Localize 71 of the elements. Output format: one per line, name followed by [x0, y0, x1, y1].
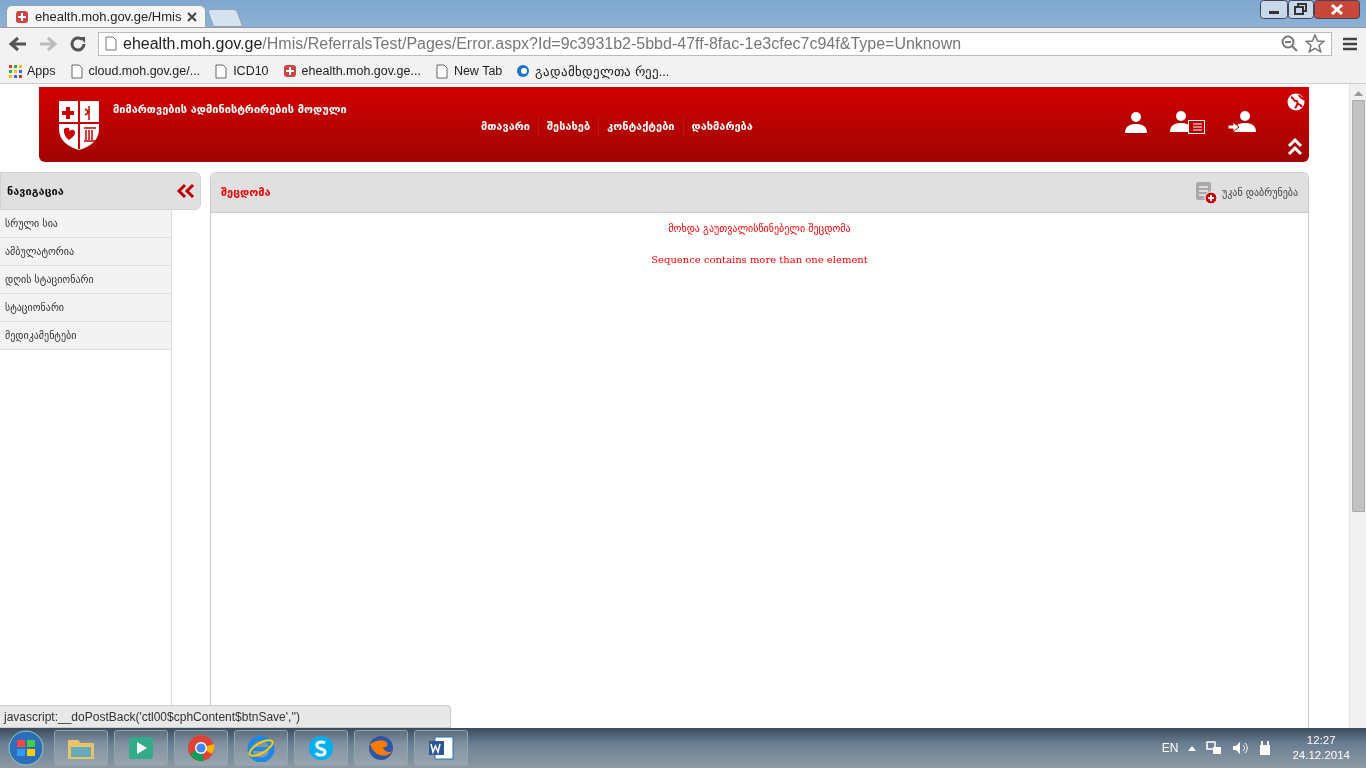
close-tab-icon[interactable]	[187, 11, 198, 22]
address-bar[interactable]: ehealth.moh.gov.ge/Hmis/ReferralsTest/Pages/Error.aspx?Id=9c3931b2-5bbd-47ff-8fac-1e3cfec7c94f&Type=Unknown	[98, 31, 1332, 56]
user-login-icon[interactable]	[1228, 109, 1256, 134]
nav-item[interactable]: ამბულატორია	[0, 238, 171, 266]
bookmark[interactable]: ICD10	[214, 63, 269, 79]
minimize-button[interactable]	[1260, 0, 1288, 19]
close-button[interactable]	[1314, 0, 1360, 19]
browser-circle-icon	[187, 734, 215, 762]
user-icon[interactable]	[1124, 110, 1148, 133]
collapse-up-icon[interactable]	[1287, 136, 1303, 157]
letter-e-icon	[247, 734, 275, 762]
zoom-icon[interactable]	[1281, 34, 1299, 53]
back-icon[interactable]	[8, 34, 28, 53]
error-message: Sequence contains more than one element	[650, 254, 869, 265]
menu-link[interactable]: კონტაქტები	[599, 116, 684, 137]
nav-item[interactable]: მედიკამენტები	[0, 322, 171, 350]
power-plug-icon[interactable]	[1258, 740, 1273, 756]
reload-icon[interactable]	[68, 33, 88, 54]
taskbar-app[interactable]	[234, 730, 288, 766]
chat-bubble-icon	[307, 734, 335, 762]
scrollbar[interactable]	[1349, 84, 1366, 728]
document-w-icon	[427, 734, 455, 762]
document-remove-icon	[1194, 180, 1218, 205]
star-icon[interactable]	[1305, 34, 1325, 53]
nav-item[interactable]: დღის სტაციონარი	[0, 266, 171, 294]
speaker-icon[interactable]	[1232, 741, 1249, 755]
back-button[interactable]: უკან დაბრუნება	[1194, 180, 1298, 205]
nav-item[interactable]: სრული სია	[0, 210, 171, 238]
page-icon	[434, 63, 449, 79]
menu-link[interactable]: მთავარი	[473, 116, 539, 137]
network-icon[interactable]	[1206, 741, 1223, 755]
site-title: მიმართვების ადმინისტრირების მოდული	[113, 103, 348, 117]
taskbar-app[interactable]	[174, 730, 228, 766]
error-message: მოხდა გაუთვალისწინებელი შეცდომა	[667, 223, 852, 234]
apps-icon	[8, 63, 22, 79]
scrollbar-thumb[interactable]	[1351, 100, 1365, 512]
bookmark[interactable]: cloud.moh.gov.ge/...	[69, 63, 201, 79]
bookmark[interactable]: ehealth.moh.gov.ge...	[282, 63, 421, 79]
page-icon	[105, 36, 117, 51]
user-card-icon[interactable]	[1170, 109, 1206, 134]
collapse-left-icon[interactable]	[176, 183, 196, 199]
menu-link[interactable]: დახმარება	[683, 116, 761, 137]
clock-date: 24.12.2014	[1292, 748, 1350, 763]
globe-icon[interactable]	[1287, 92, 1305, 111]
nav-item[interactable]: სტაციონარი	[0, 294, 171, 322]
menu-icon[interactable]	[1342, 36, 1358, 51]
page-icon	[69, 63, 84, 79]
taskbar-app[interactable]	[114, 730, 168, 766]
fox-globe-icon	[367, 734, 395, 762]
menu-link[interactable]: შესახებ	[539, 116, 600, 137]
page-icon	[214, 63, 229, 79]
crest-icon	[15, 9, 29, 24]
clock[interactable]: 12:27 24.12.2014	[1292, 733, 1350, 763]
bookmark[interactable]: გადამხდელთა რეე...	[516, 63, 670, 79]
shield-logo-icon	[57, 98, 101, 151]
clock-time: 12:27	[1306, 733, 1336, 748]
restore-button[interactable]	[1288, 0, 1314, 19]
media-player-icon	[127, 735, 155, 761]
bookmark[interactable]: New Tab	[434, 63, 503, 79]
taskbar-app[interactable]	[294, 730, 348, 766]
status-bar: javascript:__doPostBack('ctl00$cphContent$btnSave','')	[0, 705, 451, 728]
panel-title: შეცდომა	[221, 186, 272, 199]
browser-tab[interactable]: ehealth.moh.gov.ge/Hmis	[6, 5, 207, 27]
taskbar-app[interactable]	[414, 730, 468, 766]
taskbar-app[interactable]	[54, 730, 108, 766]
navigation-title: ნავიგაცია	[7, 184, 64, 198]
bookmark[interactable]: Apps	[8, 63, 56, 79]
crest-icon	[282, 63, 297, 79]
language-indicator[interactable]: EN	[1161, 741, 1179, 755]
tray-expand-icon[interactable]	[1188, 745, 1197, 751]
site-icon	[516, 63, 531, 79]
